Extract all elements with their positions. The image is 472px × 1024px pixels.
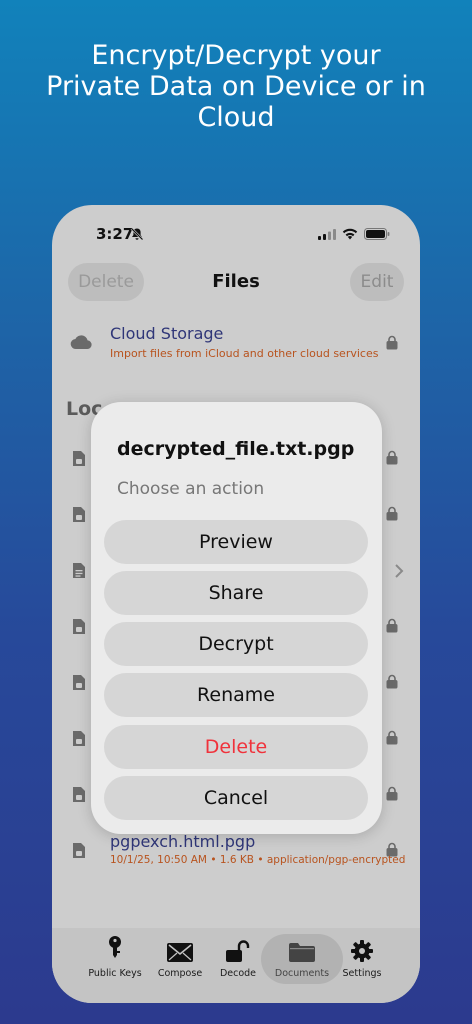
- headline: Encrypt/Decrypt your Private Data on Dev…: [0, 40, 472, 133]
- lock-icon: [386, 786, 398, 801]
- tab-decode[interactable]: Decode: [206, 936, 270, 979]
- status-indicators: [318, 228, 390, 240]
- gear-icon: [351, 940, 373, 962]
- dialog-title: decrypted_file.txt.pgp: [117, 438, 355, 460]
- lock-icon: [386, 506, 398, 521]
- battery-icon: [364, 228, 390, 240]
- tab-label: Settings: [342, 968, 382, 979]
- cellular-signal-icon: [318, 228, 336, 240]
- headline-line-2: Private Data on Device or in: [46, 71, 426, 102]
- cloud-icon: [70, 335, 92, 350]
- cloud-storage-subtitle: Import files from iCloud and other cloud…: [110, 347, 379, 360]
- lock-file-icon: [73, 451, 85, 466]
- lock-file-icon: [73, 675, 85, 690]
- dialog-message: Choose an action: [117, 479, 265, 499]
- lock-icon: [386, 674, 398, 689]
- tab-settings[interactable]: Settings: [330, 936, 394, 979]
- rename-button[interactable]: Rename: [104, 673, 368, 717]
- tab-label: Decode: [219, 968, 257, 979]
- nav-edit-button[interactable]: Edit: [350, 263, 404, 301]
- folder-icon: [289, 943, 315, 962]
- chevron-right-icon: [395, 564, 404, 578]
- envelope-icon: [167, 943, 193, 962]
- headline-line-1: Encrypt/Decrypt your: [91, 40, 381, 71]
- lock-file-icon: [73, 731, 85, 746]
- tab-label: Public Keys: [88, 968, 142, 979]
- cloud-storage-row[interactable]: Cloud Storage Import files from iCloud a…: [52, 319, 420, 369]
- lock-file-icon: [73, 507, 85, 522]
- cloud-storage-title: Cloud Storage: [110, 324, 224, 343]
- share-button[interactable]: Share: [104, 571, 368, 615]
- wifi-icon: [342, 228, 358, 240]
- key-icon: [109, 936, 121, 958]
- tab-bar: Public Keys Compose Decode Documents Set…: [52, 928, 420, 1003]
- preview-button[interactable]: Preview: [104, 520, 368, 564]
- decrypt-button[interactable]: Decrypt: [104, 622, 368, 666]
- file-name[interactable]: pgpexch.html.pgp: [110, 832, 255, 851]
- unlock-icon: [226, 940, 250, 962]
- file-meta: 10/1/25, 10:50 AM • 1.6 KB • application…: [110, 854, 406, 866]
- lock-file-icon: [73, 787, 85, 802]
- tab-label: Documents: [274, 968, 330, 979]
- lock-icon: [386, 450, 398, 465]
- navigation-bar: Delete Files Edit: [52, 261, 420, 303]
- tab-public-keys[interactable]: Public Keys: [83, 936, 147, 979]
- lock-icon: [386, 730, 398, 745]
- lock-file-icon: [73, 843, 85, 858]
- tab-documents[interactable]: Documents: [270, 936, 334, 979]
- action-sheet-dialog: decrypted_file.txt.pgp Choose an action …: [91, 402, 382, 834]
- delete-button[interactable]: Delete: [104, 725, 368, 769]
- lock-icon: [386, 618, 398, 633]
- cancel-button[interactable]: Cancel: [104, 776, 368, 820]
- bell-slash-icon: [130, 227, 144, 241]
- headline-line-3: Cloud: [197, 102, 275, 133]
- status-time: 3:27: [96, 225, 134, 243]
- lock-file-icon: [73, 619, 85, 634]
- text-file-icon: [73, 563, 85, 578]
- tab-compose[interactable]: Compose: [148, 936, 212, 979]
- lock-icon: [386, 335, 398, 350]
- tab-label: Compose: [157, 968, 203, 979]
